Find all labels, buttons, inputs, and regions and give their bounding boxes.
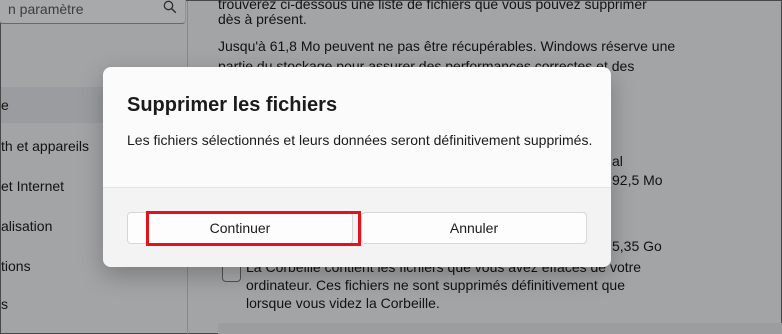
cancel-button[interactable]: Annuler [361,212,587,244]
continue-highlight-box [146,211,361,246]
dialog-title: Supprimer les fichiers [127,94,338,116]
dialog-message: Les fichiers sélectionnés et leurs donné… [127,132,593,148]
